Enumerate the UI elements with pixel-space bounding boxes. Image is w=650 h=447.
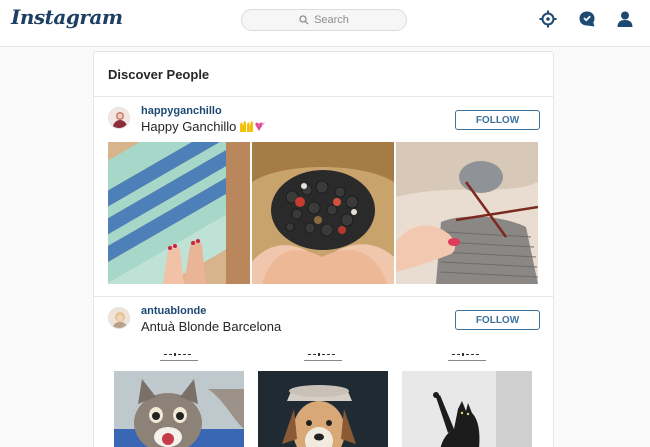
post-thumbnail-surprised-cat[interactable] [108,349,250,447]
search-placeholder: Search [314,14,349,26]
profile-icon[interactable] [616,10,634,28]
follow-button[interactable]: FOLLOW [455,310,540,330]
username-link[interactable]: happyganchillo [141,105,222,117]
top-navigation-bar: Instagram Search [0,0,650,47]
post-thumbnail-dog[interactable] [252,349,394,447]
search-input[interactable]: Search [241,9,407,31]
suggested-user-card: happyganchillo Happy Ganchillo FOLLOW [93,96,554,297]
avatar[interactable] [108,107,130,129]
username-link[interactable]: antuablonde [141,305,206,317]
suggested-user-card: antuablonde Antuà Blonde Barcelona FOLLO… [93,296,554,447]
post-thumbnail-crochet-blanket[interactable] [108,142,250,284]
raised-hands-emoji-icon [238,120,266,136]
avatar[interactable] [108,307,130,329]
activity-icon[interactable] [578,10,596,28]
explore-icon[interactable] [539,10,557,28]
discover-people-header: Discover People [93,51,554,97]
post-thumbnail-knitting[interactable] [396,142,538,284]
section-title: Discover People [108,67,210,82]
post-thumbnail-black-cat[interactable] [396,349,538,447]
full-name: Happy Ganchillo [141,119,266,136]
full-name-text: Happy Ganchillo [141,119,237,134]
post-thumbnail-buttons[interactable] [252,142,394,284]
instagram-logo[interactable]: Instagram [11,5,123,29]
full-name: Antuà Blonde Barcelona [141,319,282,334]
search-icon [299,15,309,25]
follow-button[interactable]: FOLLOW [455,110,540,130]
